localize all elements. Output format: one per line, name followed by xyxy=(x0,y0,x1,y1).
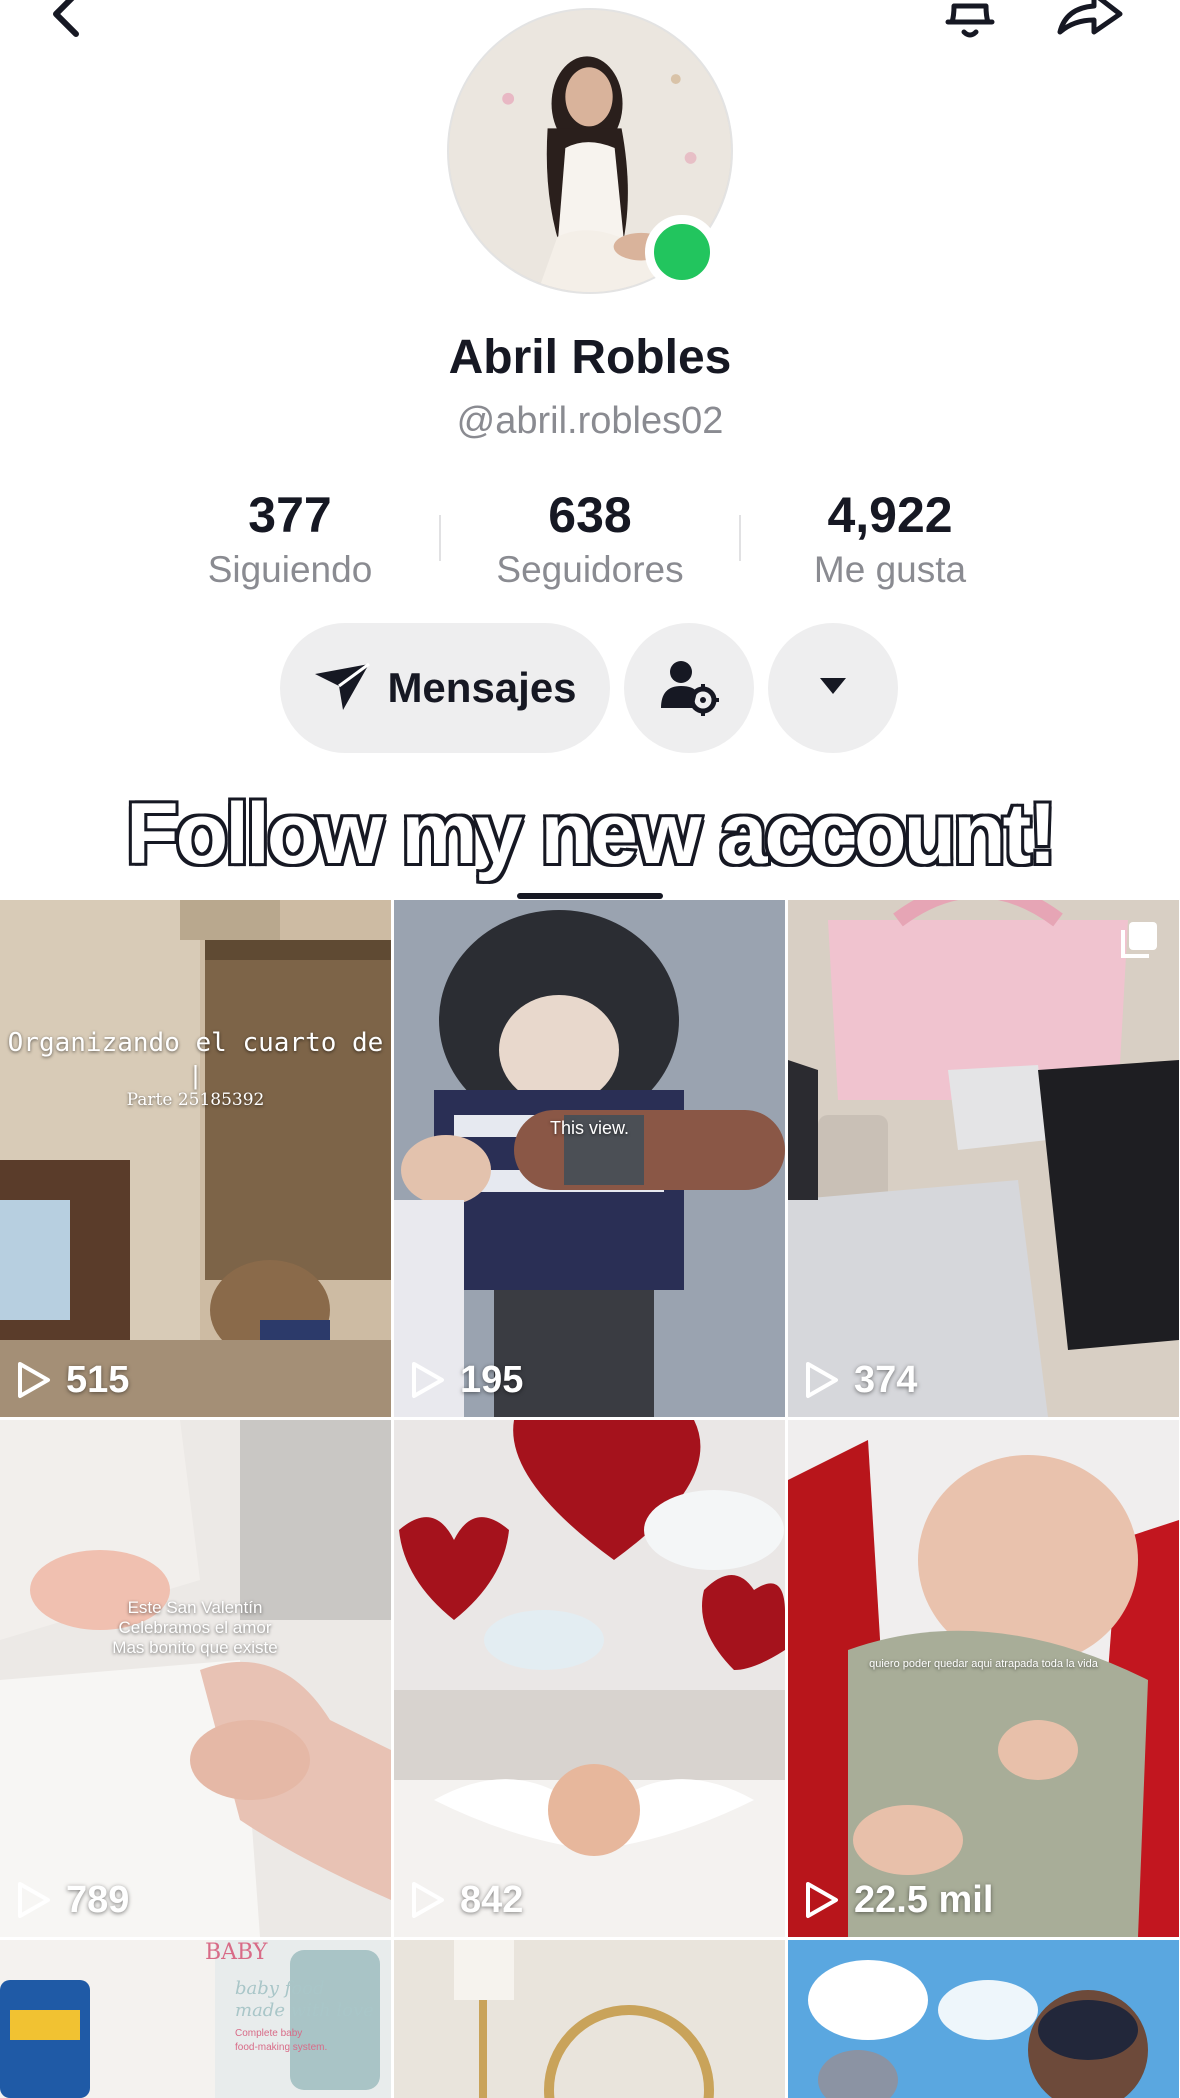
play-icon xyxy=(18,1882,50,1918)
stat-likes-label: Me gusta xyxy=(813,549,967,590)
view-count-value: 195 xyxy=(460,1358,524,1401)
video-caption: Parte 25185392 xyxy=(126,1090,265,1110)
video-caption: Este San Valentín xyxy=(127,1598,263,1617)
message-button-label: Mensajes xyxy=(387,664,577,711)
message-button[interactable]: Mensajes xyxy=(280,623,610,753)
video-caption: | xyxy=(192,1060,199,1090)
stat-likes[interactable]: 4,922 Me gusta xyxy=(740,485,1040,595)
package-text: baby food xyxy=(235,1978,325,1999)
video-thumbnail[interactable]: quiero poder quedar aqui atrapada toda l… xyxy=(788,1420,1179,1937)
share-icon[interactable] xyxy=(1052,0,1128,46)
view-count-value: 789 xyxy=(66,1878,130,1921)
play-icon xyxy=(18,1362,50,1398)
video-caption: Organizando el cuarto de xyxy=(7,1028,384,1058)
view-count: 195 xyxy=(410,1355,523,1405)
video-thumbnail[interactable]: Este San Valentín Celebramos el amor Mas… xyxy=(0,1420,391,1937)
video-thumbnail[interactable]: 842 xyxy=(394,1420,785,1937)
package-text: food-making system. xyxy=(235,2042,328,2053)
video-thumbnail[interactable]: BABY baby food made with love Complete b… xyxy=(0,1940,391,2098)
video-thumbnail[interactable]: Organizando el cuarto de | Parte 2518539… xyxy=(0,900,391,1417)
profile-bio: Follow my new account! xyxy=(124,784,1060,885)
view-count-value: 22.5 mil xyxy=(854,1878,994,1921)
view-count: 22.5 mil xyxy=(804,1875,993,1925)
play-icon xyxy=(806,1362,838,1398)
username-handle: @abril.robles02 xyxy=(456,400,724,442)
carousel-icon xyxy=(1121,922,1157,958)
package-text: BABY xyxy=(205,1940,268,1965)
caret-down-icon xyxy=(818,676,848,701)
view-count: 842 xyxy=(410,1875,523,1925)
view-count: 374 xyxy=(804,1355,917,1405)
online-status-badge xyxy=(645,215,719,289)
display-name: Abril Robles xyxy=(448,331,732,384)
stat-followers-value: 638 xyxy=(548,487,632,543)
back-icon[interactable] xyxy=(40,0,100,46)
package-text: made with love xyxy=(235,2000,374,2021)
profile-actions: Mensajes xyxy=(0,623,1180,753)
video-thumbnail[interactable] xyxy=(394,1940,785,2098)
view-count: 515 xyxy=(16,1355,129,1405)
videos-tab-indicator[interactable] xyxy=(517,893,663,899)
stat-followers-label: Seguidores xyxy=(496,549,684,590)
video-caption: quiero poder quedar aqui atrapada toda l… xyxy=(869,1658,1098,1670)
view-count-value: 515 xyxy=(66,1358,130,1401)
stat-followers[interactable]: 638 Seguidores xyxy=(440,485,740,595)
profile-stats: 377 Siguiendo 638 Seguidores 4,922 Me gu… xyxy=(0,485,1180,595)
play-icon xyxy=(412,1362,444,1398)
package-text: Complete baby xyxy=(235,2028,303,2039)
video-caption: Celebramos el amor xyxy=(118,1618,272,1637)
more-options-button[interactable] xyxy=(768,623,898,753)
video-thumbnail[interactable]: 374 xyxy=(788,900,1179,1417)
video-caption: This view. xyxy=(549,1118,630,1138)
stat-following-value: 377 xyxy=(248,487,332,543)
stat-following[interactable]: 377 Siguiendo xyxy=(140,485,440,595)
user-settings-button[interactable] xyxy=(624,623,754,753)
video-thumbnail[interactable] xyxy=(788,1940,1179,2098)
send-icon xyxy=(313,660,371,717)
play-icon xyxy=(806,1882,838,1918)
bell-icon[interactable] xyxy=(940,0,1000,46)
view-count-value: 374 xyxy=(854,1358,918,1401)
video-thumbnail[interactable]: This view. 195 xyxy=(394,900,785,1417)
view-count: 789 xyxy=(16,1875,129,1925)
play-icon xyxy=(412,1882,444,1918)
user-settings-icon xyxy=(659,656,719,721)
view-count-value: 842 xyxy=(460,1878,524,1921)
stat-likes-value: 4,922 xyxy=(827,487,953,543)
video-grid: Organizando el cuarto de | Parte 2518539… xyxy=(0,900,1180,2098)
stat-following-label: Siguiendo xyxy=(207,549,373,590)
video-caption: Mas bonito que existe xyxy=(112,1638,278,1657)
